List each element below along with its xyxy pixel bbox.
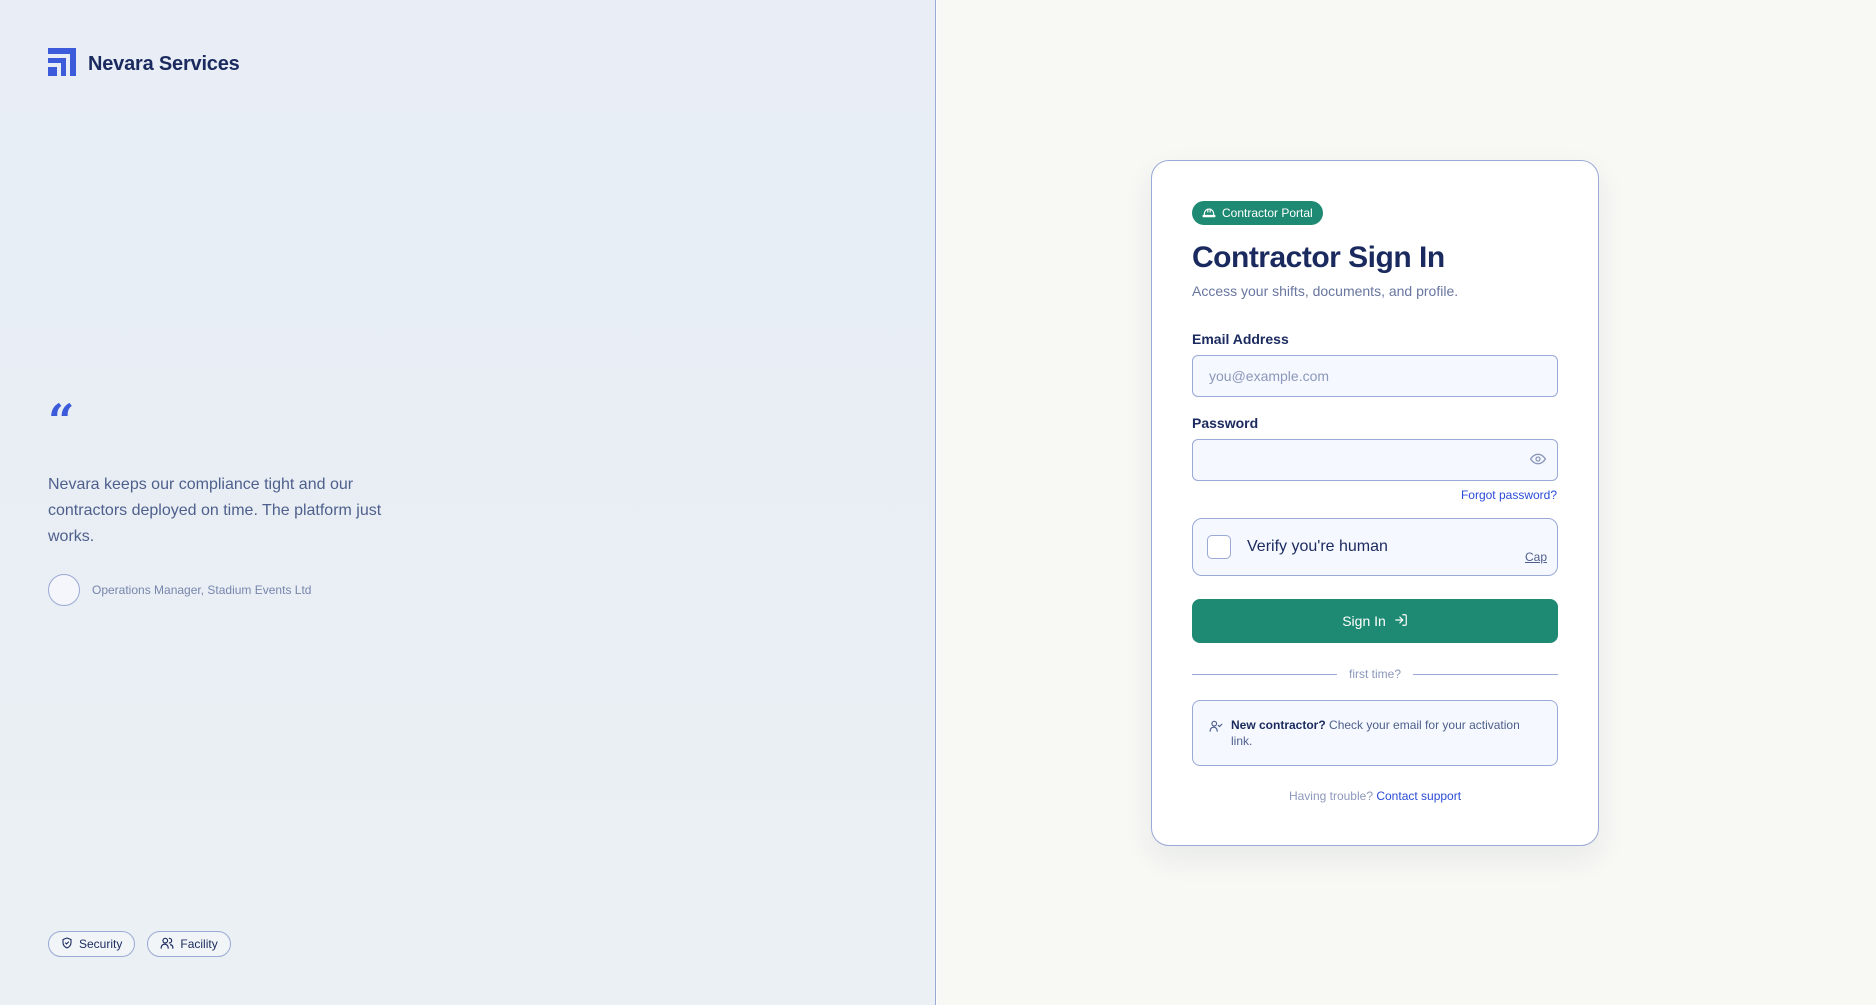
email-label: Email Address: [1192, 331, 1289, 347]
author-role: Operations Manager, Stadium Events Ltd: [92, 583, 312, 597]
chip-label: Security: [79, 937, 123, 951]
info-text: New contractor? Check your email for you…: [1231, 717, 1541, 749]
portal-badge: Contractor Portal: [1192, 201, 1323, 225]
stepped-square-logo-icon: [48, 48, 76, 81]
avatar: [48, 574, 80, 606]
info-bold: New contractor?: [1231, 718, 1326, 732]
sign-in-label: Sign In: [1342, 613, 1386, 629]
chip-label: Facility: [180, 937, 218, 951]
left-panel: Nevara Services “ Nevara keeps our compl…: [0, 0, 936, 1005]
captcha-checkbox[interactable]: [1207, 535, 1231, 559]
password-field[interactable]: [1192, 439, 1558, 481]
sign-in-card: Contractor Portal Contractor Sign In Acc…: [1151, 160, 1599, 846]
captcha-widget: Verify you're human Cap: [1192, 518, 1558, 576]
testimonial-author: Operations Manager, Stadium Events Ltd: [48, 574, 311, 606]
captcha-provider-link[interactable]: Cap: [1525, 550, 1547, 564]
category-chips: Security Facility: [48, 931, 231, 957]
captcha-label: Verify you're human: [1247, 538, 1388, 555]
divider-text: first time?: [1349, 667, 1402, 681]
sign-in-button[interactable]: Sign In: [1192, 599, 1558, 643]
first-time-divider: first time?: [1192, 666, 1559, 682]
new-contractor-info: New contractor? Check your email for you…: [1192, 700, 1558, 766]
page-subtitle: Access your shifts, documents, and profi…: [1192, 283, 1459, 299]
badge-label: Contractor Portal: [1222, 206, 1313, 220]
shield-icon: [61, 936, 73, 952]
user-check-icon: [1209, 719, 1223, 738]
chip-facility[interactable]: Facility: [147, 931, 231, 957]
brand[interactable]: Nevara Services: [48, 48, 240, 81]
trouble-text: Having trouble?: [1288, 789, 1373, 803]
users-icon: [160, 936, 174, 953]
email-field[interactable]: [1192, 355, 1558, 397]
testimonial-quote: Nevara keeps our compliance tight and ou…: [48, 476, 382, 545]
page-title: Contractor Sign In: [1192, 241, 1445, 274]
eye-icon[interactable]: [1530, 451, 1546, 472]
contact-support-link[interactable]: Contact support: [1376, 789, 1461, 803]
support-line: Having trouble? Contact support: [1152, 789, 1598, 803]
log-in-arrow-icon: [1394, 613, 1408, 630]
quote-mark: “: [48, 394, 75, 448]
divider-line: [1413, 673, 1559, 675]
password-label: Password: [1192, 415, 1259, 431]
hard-hat-icon: [1202, 206, 1216, 221]
brand-name: Nevara Services: [88, 53, 240, 75]
forgot-password-link[interactable]: Forgot password?: [1461, 488, 1557, 502]
chip-security[interactable]: Security: [48, 931, 136, 957]
divider-line: [1192, 673, 1337, 675]
